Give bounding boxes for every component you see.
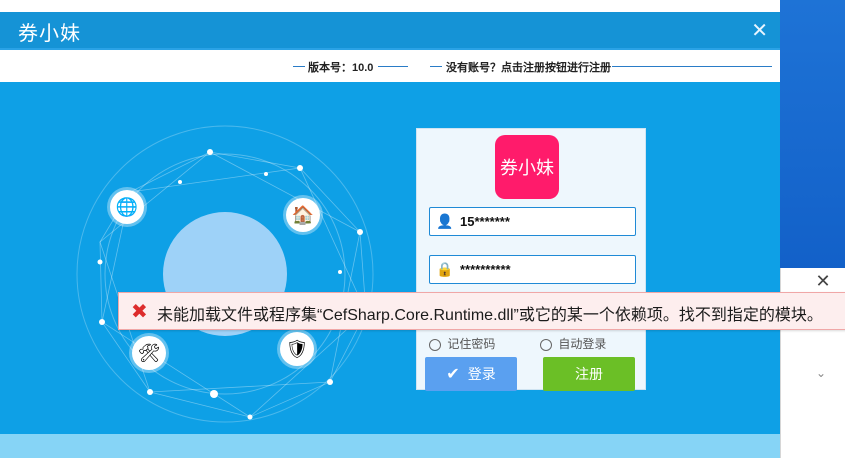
app-title: 券小妹 (18, 23, 81, 45)
username-field[interactable]: 👤 15******* (429, 207, 636, 236)
divider (293, 66, 305, 67)
divider (430, 66, 442, 67)
password-value[interactable]: ********** (460, 262, 511, 277)
login-options: 记住密码 自动登录 (429, 335, 634, 351)
shield-icon: 🛡 (280, 332, 314, 366)
login-label: 登录 (467, 366, 496, 382)
auto-login-radio[interactable] (540, 338, 553, 351)
auto-login-label: 自动登录 (558, 337, 607, 351)
lock-icon: 🔒 (436, 261, 454, 277)
register-button[interactable]: 注册 (543, 357, 635, 391)
desktop-top-strip (0, 0, 780, 12)
signup-hint: 没有账号？点击注册按钮进行注册 (446, 62, 611, 74)
info-bar: 版本号：10.0 没有账号？点击注册按钮进行注册 (0, 48, 780, 84)
home-icon: 🏠 (286, 198, 320, 232)
close-icon[interactable]: ✕ (810, 268, 836, 294)
register-label: 注册 (575, 366, 603, 382)
chevron-down-icon: ⌄ (815, 366, 826, 380)
close-icon[interactable]: ✕ (751, 18, 768, 43)
error-x-icon: ✖ (131, 301, 148, 323)
divider (612, 66, 772, 67)
bottom-strip (0, 434, 780, 458)
tools-icon: 🛠 (132, 336, 166, 370)
remember-radio[interactable] (429, 338, 441, 351)
divider (378, 66, 408, 67)
remember-label: 记住密码 (447, 337, 496, 351)
title-bar: 券小妹 ✕ (0, 12, 780, 48)
check-icon: ✔ (446, 366, 460, 383)
network-graphic (76, 125, 374, 423)
username-value[interactable]: 15******* (460, 214, 510, 229)
version-text: 版本号：10.0 (308, 62, 374, 74)
password-field[interactable]: 🔒 ********** (429, 255, 636, 284)
logo: 券小妹 (495, 135, 559, 199)
user-icon: 👤 (436, 213, 454, 229)
error-message: 未能加载文件或程序集“CefSharp.Core.Runtime.dll”或它的… (157, 307, 823, 324)
globe-icon: 🌐 (110, 190, 144, 224)
login-panel: 券小妹 👤 15******* 🔒 ********** 记住密码 自动登录 ✔… (416, 128, 646, 391)
login-button[interactable]: ✔ 登录 (425, 357, 517, 391)
error-notification: ✖ 未能加载文件或程序集“CefSharp.Core.Runtime.dll”或… (118, 292, 845, 330)
app-window: 券小妹 ✕ 版本号：10.0 没有账号？点击注册按钮进行注册 🌐 🏠 🛠 🛡 券… (0, 12, 780, 458)
network-illustration: 🌐 🏠 🛠 🛡 (70, 122, 390, 432)
